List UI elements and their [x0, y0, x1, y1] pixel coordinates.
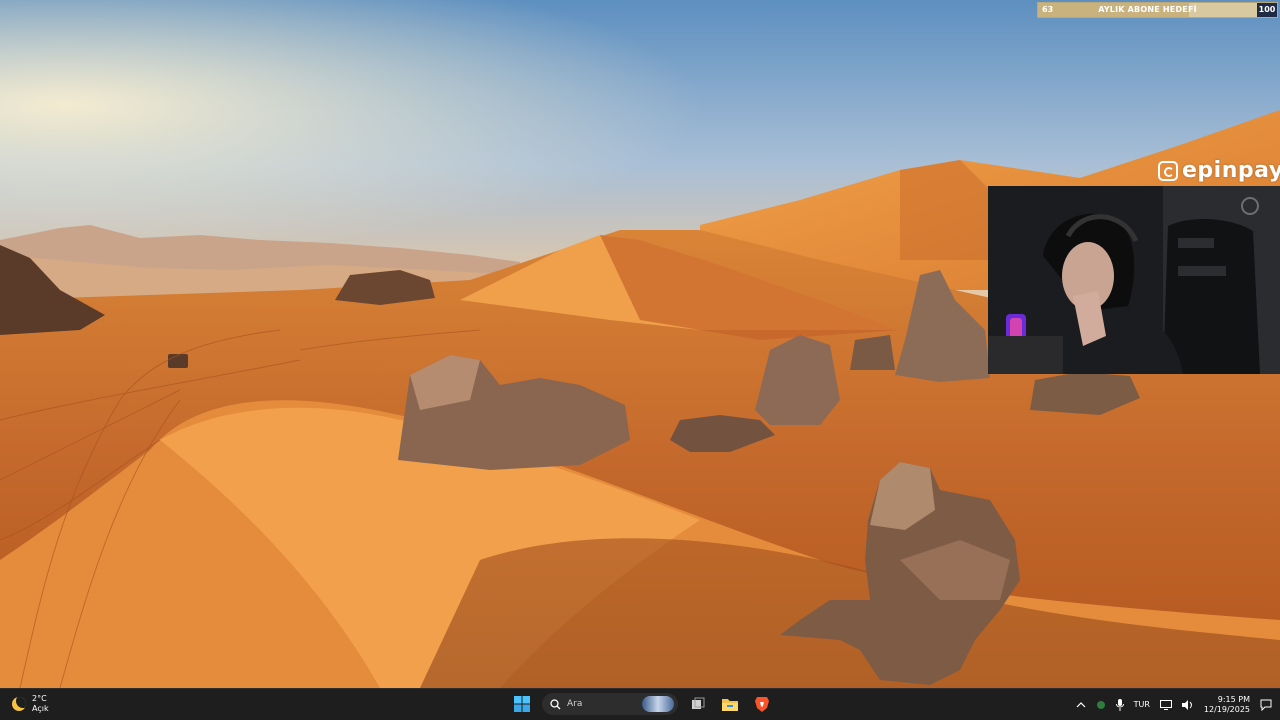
windows-start-icon — [514, 696, 530, 712]
clock-time: 9:15 PM — [1217, 694, 1250, 704]
search-icon — [550, 698, 561, 709]
taskbar-clock[interactable]: 9:15 PM 12/19/2025 — [1204, 695, 1250, 715]
search-placeholder: Ara — [567, 699, 583, 709]
epinpay-logo-icon — [1158, 160, 1178, 181]
taskbar: 2°C Açık Ara TUR 9:15 PM 12/19/2025 — [0, 688, 1280, 720]
security-icon[interactable] — [1096, 700, 1106, 710]
taskbar-center-group: Ara — [510, 692, 774, 716]
sponsor-name: epinpay — [1182, 158, 1280, 183]
goal-target-value: 100 — [1257, 3, 1277, 17]
brave-browser-icon — [755, 697, 769, 712]
chevron-up-icon[interactable] — [1076, 700, 1086, 710]
search-highlight-image — [642, 696, 674, 712]
subscriber-goal-bar: 63 AYLIK ABONE HEDEFİ 100 — [1037, 2, 1278, 18]
task-view-icon — [692, 697, 705, 709]
volume-icon[interactable] — [1181, 699, 1194, 710]
language-indicator[interactable]: TUR — [1134, 700, 1150, 709]
goal-title: AYLIK ABONE HEDEFİ — [1098, 5, 1197, 14]
network-icon[interactable] — [1159, 699, 1172, 710]
notification-icon[interactable] — [1260, 699, 1272, 711]
system-tray: TUR 9:15 PM 12/19/2025 — [1076, 689, 1272, 720]
webcam-feed-image — [988, 186, 1280, 374]
taskbar-search-box[interactable]: Ara — [542, 693, 678, 715]
file-explorer-button[interactable] — [718, 692, 742, 716]
weather-widget[interactable]: 2°C Açık — [12, 694, 49, 714]
sponsor-logo: epinpay — [1158, 158, 1280, 183]
weather-condition: Açık — [32, 704, 49, 713]
microphone-icon[interactable] — [1115, 698, 1124, 711]
start-button[interactable] — [510, 692, 534, 716]
weather-temperature: 2°C — [32, 694, 47, 703]
brave-browser-button[interactable] — [750, 692, 774, 716]
clock-date: 12/19/2025 — [1203, 704, 1250, 714]
file-explorer-icon — [722, 699, 738, 711]
task-view-button[interactable] — [686, 692, 710, 716]
webcam-overlay — [988, 186, 1280, 374]
moon-icon — [12, 697, 26, 711]
